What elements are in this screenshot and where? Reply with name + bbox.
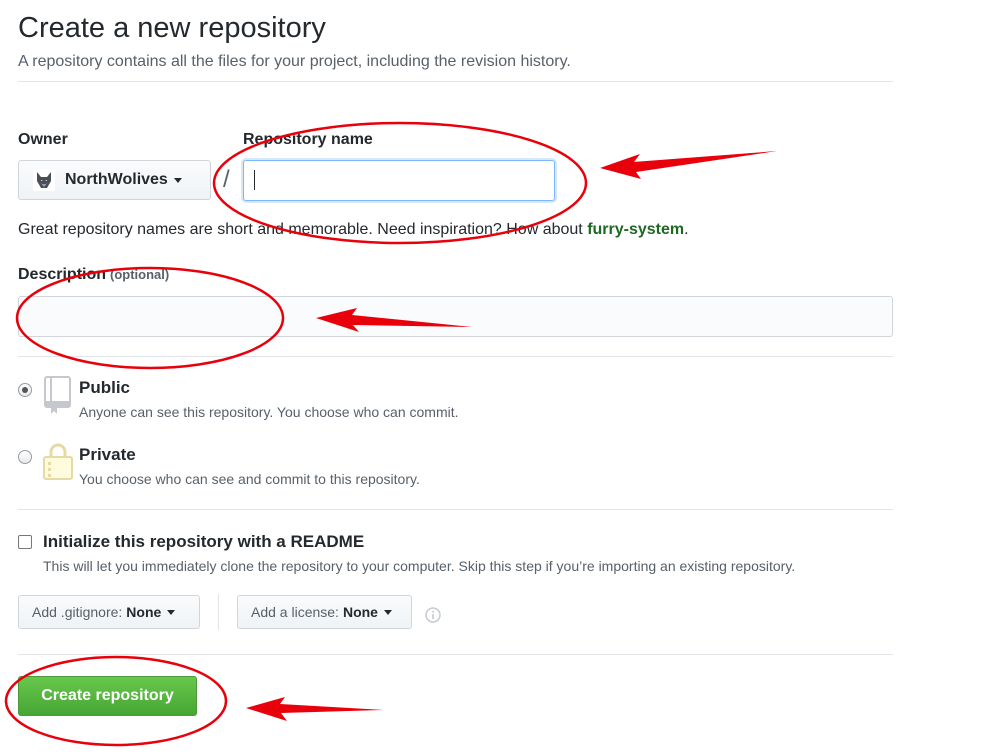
divider [18,654,893,655]
divider [18,81,893,82]
private-title: Private [79,445,136,464]
repository-name-label: Repository name [243,131,373,148]
optional-tag: (optional) [110,267,170,282]
annotation-arrow-create-button [246,697,384,721]
readme-checkbox[interactable] [18,535,32,549]
description-label: Description (optional) [18,266,169,284]
chevron-down-icon [383,609,392,615]
lock-icon [43,443,73,480]
gitignore-value: None [126,604,162,620]
vertical-divider [218,594,219,630]
repo-book-icon [44,376,71,414]
gitignore-label: Add .gitignore: [32,604,123,620]
hint-period: . [684,221,689,238]
readme-description: This will let you immediately clone the … [43,558,796,574]
page-title: Create a new repository [18,12,326,44]
public-title: Public [79,378,131,397]
divider [18,356,893,357]
repository-name-input[interactable] [243,160,555,201]
license-value: None [342,604,378,620]
repository-name-hint: Great repository names are short and mem… [18,221,689,239]
public-description: Anyone can see this repository. You choo… [79,404,459,420]
chevron-down-icon [173,177,182,183]
divider [18,509,893,510]
suggested-name-link[interactable]: furry-system [587,221,684,238]
create-repository-button[interactable]: Create repository [18,676,197,716]
annotation-overlay [4,121,777,747]
public-radio[interactable] [18,383,32,397]
license-label: Add a license: [251,604,339,620]
description-label-text: Description [18,266,107,283]
chevron-down-icon [167,609,176,615]
description-input[interactable] [18,296,893,337]
private-radio[interactable] [18,450,32,464]
annotation-arrow-repo-name [600,151,777,179]
gitignore-dropdown-button[interactable]: Add .gitignore: None [18,595,200,629]
info-icon[interactable] [425,607,441,623]
license-dropdown-button[interactable]: Add a license: None [237,595,412,629]
wolf-avatar-icon [33,169,55,191]
owner-dropdown-button[interactable]: NorthWolives [18,160,211,200]
private-description: You choose who can see and commit to thi… [79,471,420,487]
owner-name: NorthWolives [65,171,168,188]
owner-label: Owner [18,131,68,148]
text-cursor [254,170,255,190]
readme-title: Initialize this repository with a README [43,532,365,551]
owner-repo-separator: / [223,166,230,193]
page-subtitle: A repository contains all the files for … [18,53,571,70]
hint-text: Great repository names are short and mem… [18,221,588,238]
